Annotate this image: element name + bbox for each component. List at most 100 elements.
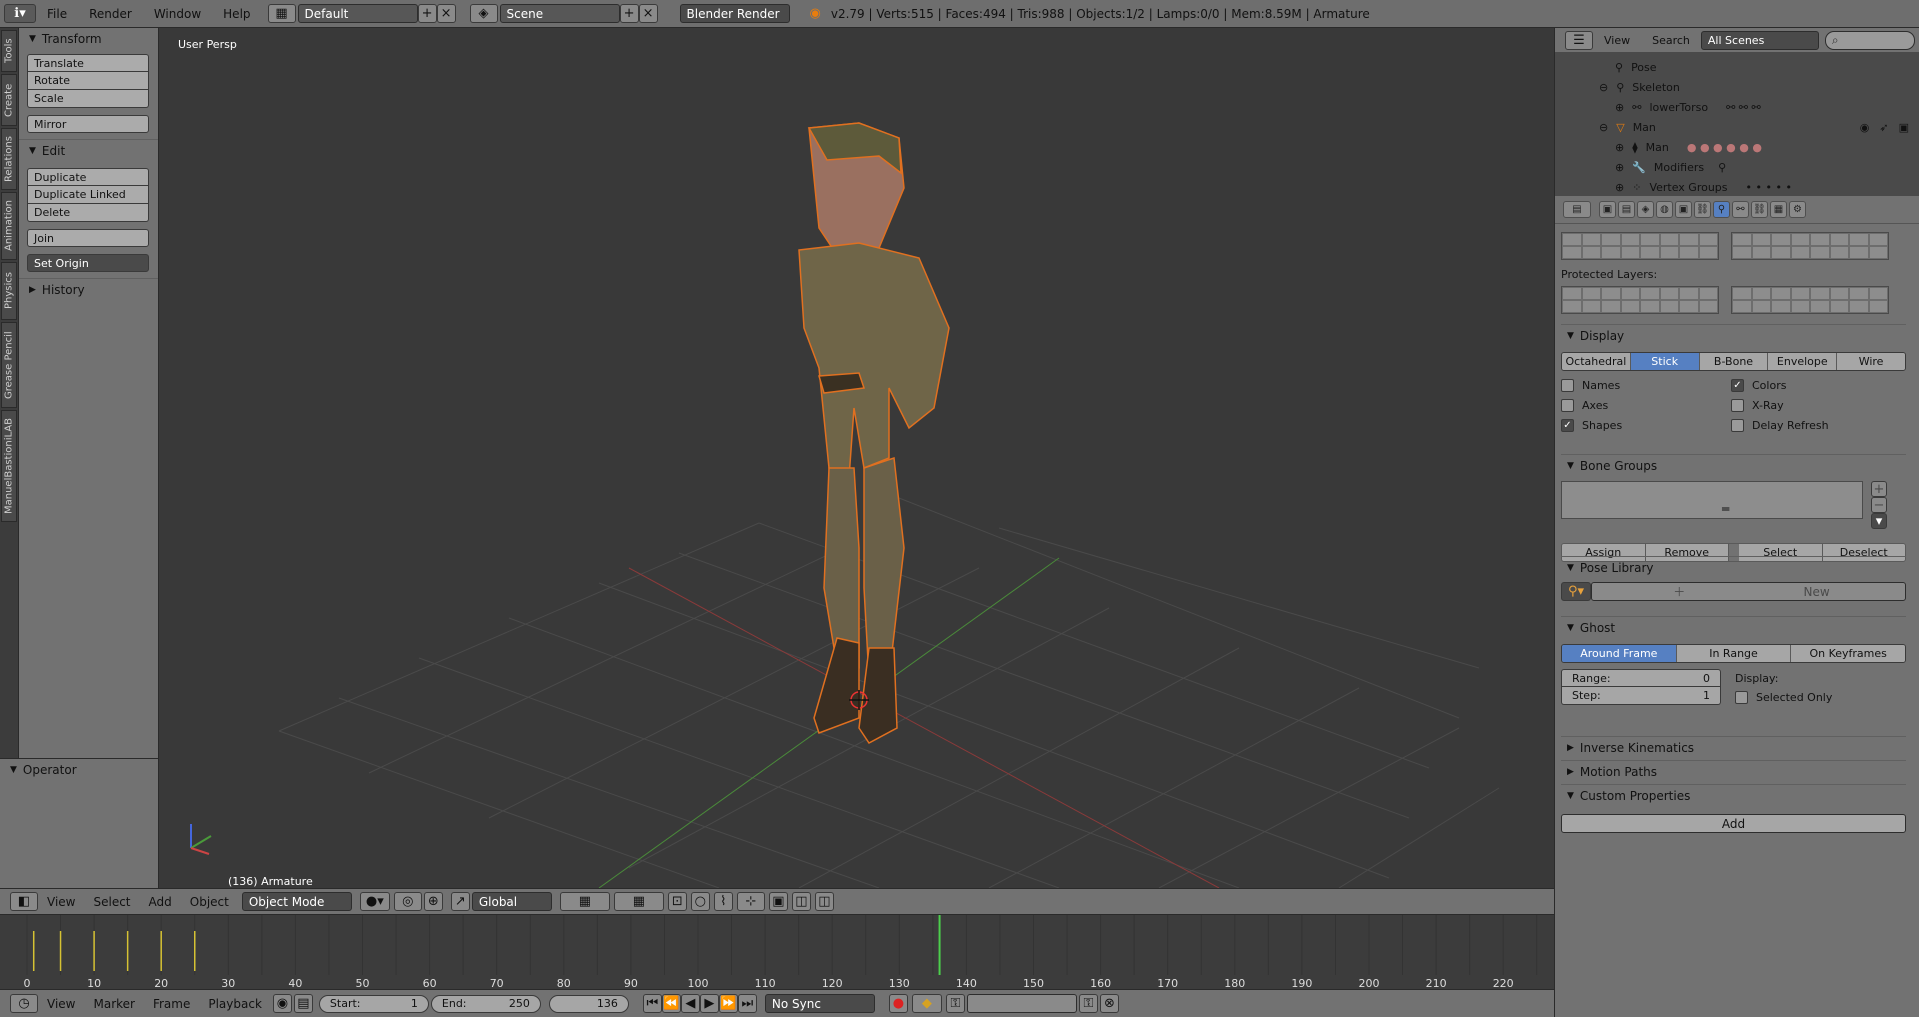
translate-button[interactable]: Translate: [27, 54, 149, 72]
group-specials-icon[interactable]: ▾: [1871, 513, 1887, 529]
outliner-row-man-object[interactable]: ⊖ ▽ Man ◉ ➶ ▣: [1599, 117, 1909, 137]
transform-orientation-icon[interactable]: ↗: [450, 892, 470, 911]
tab-relations[interactable]: Relations: [1, 128, 17, 190]
menu-playback[interactable]: Playback: [199, 997, 271, 1011]
start-frame-field[interactable]: Start: 1: [318, 994, 429, 1013]
pose-library-browse-icon[interactable]: ⚲▾: [1561, 582, 1591, 601]
play-icon[interactable]: ▶: [699, 994, 719, 1013]
list-resize-icon[interactable]: ═: [1722, 502, 1729, 516]
timeline-area[interactable]: 0 10 20 30 40 50 60 70 80 90 100 110 120 130 140 150 160…: [0, 914, 1554, 990]
renderable-camera-icon[interactable]: ▣: [1899, 121, 1909, 134]
menu-window[interactable]: Window: [143, 7, 212, 21]
menu-select[interactable]: Select: [84, 895, 139, 909]
jump-end-icon[interactable]: ⏭: [737, 994, 757, 1013]
outliner-row-pose[interactable]: ⚲ Pose: [1615, 57, 1657, 77]
tab-animation[interactable]: Animation: [1, 192, 17, 260]
outliner-editor-icon[interactable]: ☰: [1565, 30, 1593, 50]
remove-layout-icon[interactable]: ×: [436, 4, 456, 23]
names-checkbox[interactable]: Names: [1561, 375, 1731, 395]
add-property-button[interactable]: Add: [1561, 814, 1906, 833]
outliner-row-modifiers[interactable]: ⊕ 🔧 Modifiers ⚲: [1615, 157, 1726, 177]
visibility-eye-icon[interactable]: ◉: [1860, 121, 1870, 134]
manipulator-icon[interactable]: ⊕: [423, 892, 443, 911]
transform-panel-header[interactable]: ▼ Transform: [19, 28, 158, 50]
protected-layers-grid-2[interactable]: [1731, 286, 1889, 314]
remove-group-icon[interactable]: −: [1871, 497, 1887, 513]
pivot-icon[interactable]: ◎: [393, 892, 422, 911]
menu-add[interactable]: Add: [140, 895, 181, 909]
layers-grid-2-icon[interactable]: ▦: [613, 892, 664, 911]
menu-object[interactable]: Object: [181, 895, 238, 909]
armature-layers-grid-2[interactable]: [1731, 232, 1889, 260]
layout-icon[interactable]: ▦: [267, 4, 296, 23]
object-tab-icon[interactable]: ▣: [1675, 201, 1692, 218]
keying-set-icon[interactable]: ◆: [911, 994, 942, 1013]
envelope-option[interactable]: Envelope: [1768, 353, 1838, 370]
scenes-filter-select[interactable]: All Scenes: [1700, 30, 1819, 50]
scene-field[interactable]: Scene: [499, 4, 620, 23]
end-frame-field[interactable]: End: 250: [430, 994, 541, 1013]
keying-icon[interactable]: ◉: [272, 994, 292, 1013]
tab-grease-pencil[interactable]: Grease Pencil: [1, 322, 17, 408]
in-range-option[interactable]: In Range: [1676, 645, 1792, 662]
remove-scene-icon[interactable]: ×: [638, 4, 658, 23]
camera-icon[interactable]: ◫: [791, 892, 811, 911]
delay-refresh-checkbox[interactable]: Delay Refresh: [1731, 415, 1829, 435]
record-icon[interactable]: ●: [888, 994, 908, 1013]
rotate-button[interactable]: Rotate: [27, 72, 149, 90]
range-field[interactable]: Range: 0: [1561, 669, 1721, 687]
bone-tab-icon[interactable]: ⚯: [1732, 201, 1749, 218]
orientation-select[interactable]: Global: [471, 892, 552, 911]
menu-file[interactable]: File: [36, 7, 78, 21]
armature-layers-grid[interactable]: [1561, 232, 1719, 260]
display-panel-header[interactable]: ▼ Display: [1561, 324, 1906, 346]
scene-tab-icon[interactable]: ◈: [1637, 201, 1654, 218]
play-reverse-icon[interactable]: ◀: [680, 994, 700, 1013]
octahedral-option[interactable]: Octahedral: [1562, 353, 1631, 370]
outliner-view-menu[interactable]: View: [1593, 34, 1641, 47]
tab-manuelbastionilab[interactable]: ManuelBastioniLAB: [1, 410, 17, 522]
mirror-button[interactable]: Mirror: [27, 115, 149, 133]
duplicate-button[interactable]: Duplicate: [27, 168, 149, 186]
axes-checkbox[interactable]: Axes: [1561, 395, 1731, 415]
bone-groups-list[interactable]: ═: [1561, 481, 1863, 519]
armature-data-tab-icon[interactable]: ⚲: [1713, 201, 1730, 218]
bone-constraints-tab-icon[interactable]: ⛓: [1751, 201, 1768, 218]
3d-viewport[interactable]: User Persp (136) Armature: [159, 28, 1554, 888]
proportional-icon[interactable]: ○: [690, 892, 710, 911]
outliner-row-vertex-groups[interactable]: ⊕ ⁘ Vertex Groups • • • • •: [1615, 177, 1792, 197]
add-scene-icon[interactable]: +: [619, 4, 639, 23]
duplicate-linked-button[interactable]: Duplicate Linked: [27, 186, 149, 204]
timeline-editor-icon[interactable]: ◷: [10, 994, 38, 1013]
physics-tab-icon[interactable]: ⚙: [1789, 201, 1806, 218]
info-editor-icon[interactable]: ℹ▾: [4, 4, 36, 23]
snap-icon[interactable]: ⌇: [713, 892, 733, 911]
timeline-canvas[interactable]: 0 10 20 30 40 50 60 70 80 90 100 110 120 130 140 150 160…: [0, 915, 1554, 990]
custom-properties-panel-header[interactable]: ▼ Custom Properties: [1561, 784, 1906, 806]
selected-only-checkbox[interactable]: Selected Only: [1735, 687, 1832, 707]
operator-panel-header[interactable]: ▼ Operator: [0, 759, 158, 781]
ik-panel-header[interactable]: ▶ Inverse Kinematics: [1561, 736, 1906, 758]
viewport-canvas[interactable]: [159, 28, 1554, 888]
anim-render-icon[interactable]: ◫: [814, 892, 834, 911]
xray-checkbox[interactable]: X-Ray: [1731, 395, 1829, 415]
next-key-icon[interactable]: ⏩: [718, 994, 738, 1013]
tab-physics[interactable]: Physics: [1, 262, 17, 320]
shapes-checkbox[interactable]: ✓ Shapes: [1561, 415, 1731, 435]
outliner-row-lowertorso[interactable]: ⊕ ⚯ lowerTorso ⚯ ⚯ ⚯: [1615, 97, 1761, 117]
outliner[interactable]: ☰ View Search All Scenes ⌕ ⚲ Pose ⊖ ⚲ Skele…: [1554, 28, 1919, 196]
outliner-row-man-mesh[interactable]: ⊕ ⧫ Man ● ● ● ● ● ●: [1615, 137, 1762, 157]
layers-grid-icon[interactable]: ▦: [559, 892, 610, 911]
history-panel-header[interactable]: ▶ History: [19, 278, 158, 300]
layout-field[interactable]: Default: [297, 4, 418, 23]
menu-render[interactable]: Render: [78, 7, 143, 21]
add-layout-icon[interactable]: +: [417, 4, 437, 23]
bbone-option[interactable]: B-Bone: [1699, 353, 1769, 370]
scene-icon[interactable]: ◈: [469, 4, 498, 23]
render-layers-tab-icon[interactable]: ▤: [1618, 201, 1635, 218]
outliner-search-input[interactable]: ⌕: [1824, 30, 1915, 50]
editor-type-icon[interactable]: ◧: [10, 892, 38, 911]
add-group-icon[interactable]: +: [1871, 481, 1887, 497]
shading-icon[interactable]: ●▾: [359, 892, 390, 911]
menu-marker[interactable]: Marker: [84, 997, 143, 1011]
